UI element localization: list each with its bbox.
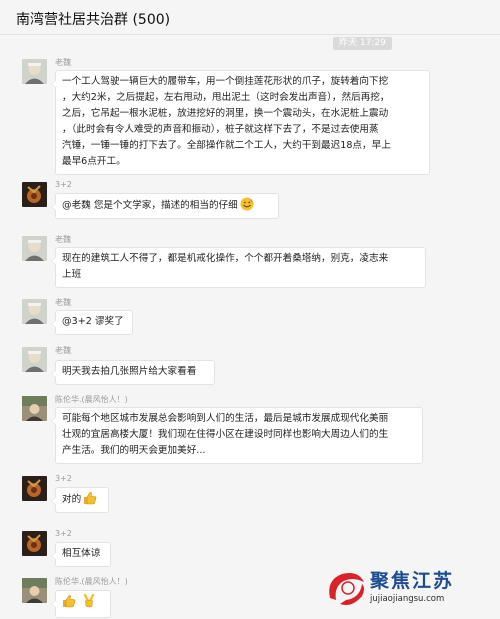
message-bubble[interactable]: 可能每个地区城市发展总会影响到人们的生活，最后是城市发展成现代化美丽 壮观的宜居… — [51, 407, 423, 464]
message-text: 相互体谅 — [62, 548, 101, 559]
sweat-smile-emoji — [240, 197, 254, 211]
chat-header: 南湾营社居共治群 (500) — [0, 0, 500, 35]
message-text: 明天我去拍几张照片给大家看看 — [62, 366, 197, 377]
avatar[interactable] — [22, 59, 47, 84]
message-text: 对的 — [62, 494, 82, 505]
brand-name: 聚焦江苏 — [370, 570, 455, 592]
message-text: 可能每个地区城市发展总会影响到人们的生活，最后是城市发展成现代化美丽 — [62, 413, 389, 424]
thumbs-up-emoji — [62, 594, 76, 608]
message-bubble[interactable]: 一个工人驾驶一辆巨大的履带车，用一个倒挂莲花形状的爪子，旋转着向下挖 ，大约2米… — [51, 70, 430, 175]
message-bubble[interactable]: 相互体谅 — [51, 542, 111, 567]
victory-hand-emoji — [82, 593, 96, 608]
avatar[interactable] — [22, 347, 47, 372]
avatar[interactable] — [22, 236, 47, 261]
sender-name: 3+2 — [55, 474, 72, 483]
message-bubble[interactable] — [51, 590, 111, 618]
message-text: ，大约2米，之后提起，左右甩动，甩出泥土（这时会发出声音），然后再挖， — [62, 92, 390, 103]
sender-name: 陈伦华.(晨风怡人！) — [55, 577, 128, 586]
avatar[interactable] — [22, 182, 47, 207]
sender-name: 老魏 — [55, 346, 71, 355]
sender-name: 老魏 — [55, 298, 71, 307]
thumbs-up-emoji — [83, 491, 97, 505]
jujiao-jiangsu-watermark: 聚焦江苏 jujiaojiangsu.com — [322, 566, 500, 619]
message-text: ，（此时会有令人难受的声音和振动），桩子就这样下去了，不是过去使用蒸 — [62, 124, 379, 135]
message-text: 现在的建筑工人不得了，都是机戒化操作，个个都开着桑塔纳，别克，凌志来 — [62, 253, 389, 264]
message-bubble[interactable]: 现在的建筑工人不得了，都是机戒化操作，个个都开着桑塔纳，别克，凌志来 上班 — [51, 247, 426, 288]
avatar[interactable] — [22, 578, 47, 603]
message-text: 产生活。我们的明天会更加美好... — [62, 445, 206, 456]
jujiao-jiangsu-logo — [329, 573, 364, 605]
message-bubble[interactable]: @3+2 谬奖了 — [51, 310, 133, 335]
time-divider: 昨天 17:29 — [333, 37, 392, 50]
message-text: 最早6点开工。 — [62, 156, 126, 167]
sender-name: 陈伦华.(晨风怡人！) — [55, 395, 128, 404]
message-bubble[interactable]: @老魏 您是个文学家，描述的相当的仔细 — [51, 193, 279, 219]
sender-name: 3+2 — [55, 180, 72, 189]
brand-url: jujiaojiangsu.com — [370, 594, 445, 604]
avatar[interactable] — [22, 476, 47, 501]
sender-name: 3+2 — [55, 529, 72, 538]
message-text: 上班 — [62, 269, 82, 280]
message-bubble[interactable]: 对的 — [51, 487, 109, 513]
message-text: 壮观的宜居高楼大厦！我们现在住得小区在建设时同样也影响大周边人们的生 — [62, 429, 389, 440]
avatar[interactable] — [22, 531, 47, 556]
message-bubble[interactable]: 明天我去拍几张照片给大家看看 — [51, 360, 215, 385]
avatar[interactable] — [22, 396, 47, 421]
sender-name: 老魏 — [55, 235, 71, 244]
sender-name: 老魏 — [55, 58, 71, 67]
group-title: 南湾营社居共治群 (500) — [16, 12, 171, 28]
message-text: @老魏 您是个文学家，描述的相当的仔细 — [62, 200, 238, 211]
avatar[interactable] — [22, 299, 47, 324]
message-text: 汽锤，一锤一锤的打下去了。全部操作就二个工人，大约干到最迟18点，早上 — [62, 140, 391, 151]
message-text: 之后，它吊起一根水泥桩，放进挖好的洞里，换一个震动头，在水泥桩上震动 — [62, 108, 389, 119]
message-text: @3+2 谬奖了 — [62, 316, 124, 327]
message-text: 一个工人驾驶一辆巨大的履带车，用一个倒挂莲花形状的爪子，旋转着向下挖 — [62, 76, 389, 87]
